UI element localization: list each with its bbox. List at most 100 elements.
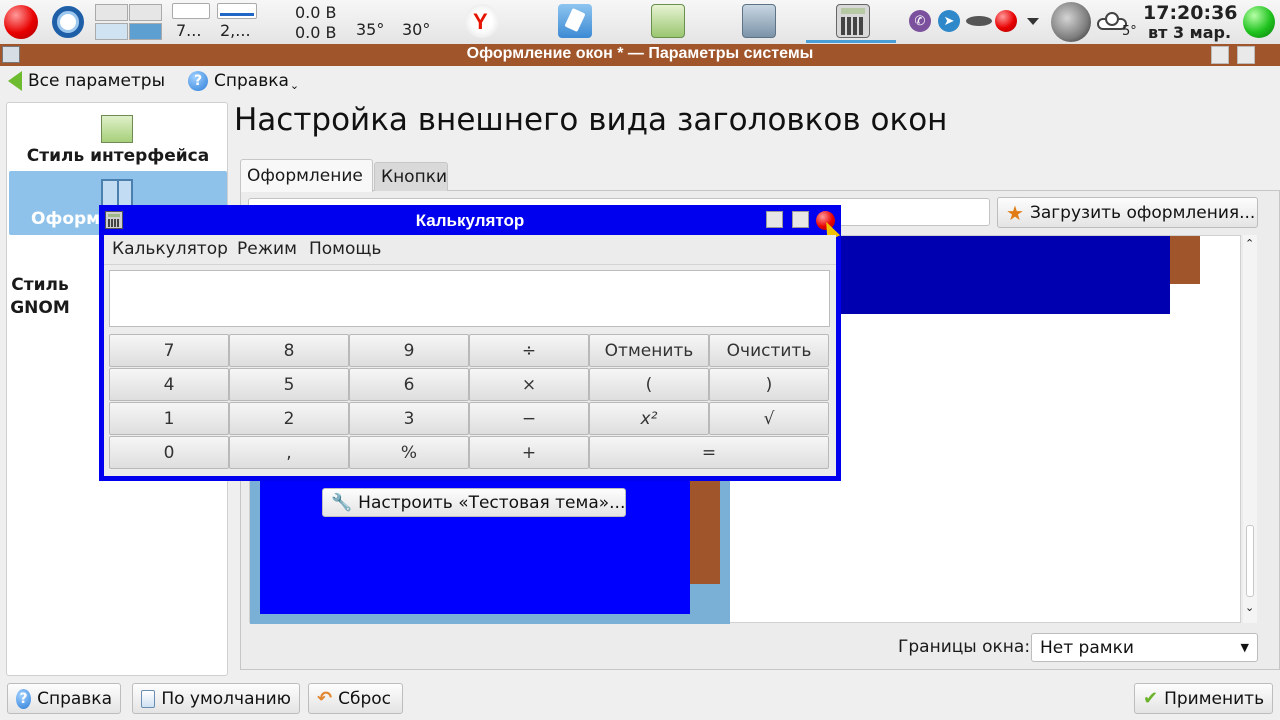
help-menu-button[interactable]: ? Справка ⌄ [188, 66, 299, 96]
status-red-icon[interactable] [995, 10, 1017, 32]
reset-button-label: Сброс [338, 688, 391, 709]
calculator-titlebar[interactable]: Калькулятор [99, 205, 841, 242]
window-decoration-icon [101, 179, 133, 207]
temperature-1: 35° [356, 20, 385, 39]
workspace-pager[interactable] [95, 4, 162, 40]
network-meter-2 [217, 3, 257, 19]
load-themes-button[interactable]: ★ Загрузить оформления... [997, 197, 1258, 228]
scroll-up-icon[interactable]: ⌃ [1245, 237, 1254, 250]
key-clear[interactable]: Очистить [709, 334, 829, 367]
help-button[interactable]: ? Справка [7, 683, 121, 714]
network-meter-1 [172, 3, 210, 19]
key-open-paren[interactable]: ( [589, 368, 709, 401]
configure-theme-button[interactable]: 🔧 Настроить «Тестовая тема»... [322, 488, 626, 517]
key-8[interactable]: 8 [229, 334, 349, 367]
key-1[interactable]: 1 [109, 402, 229, 435]
all-settings-button[interactable]: Все параметры [8, 66, 165, 96]
chevron-down-icon: ⌄ [289, 78, 300, 92]
calc-menu-mode[interactable]: Режим [237, 239, 297, 259]
key-divide[interactable]: ÷ [469, 334, 589, 367]
key-0[interactable]: 0 [109, 436, 229, 469]
system-settings-icon[interactable] [742, 4, 776, 38]
temperature-2: 30° [402, 20, 431, 39]
telegram-icon[interactable]: ➤ [938, 10, 960, 32]
key-6[interactable]: 6 [349, 368, 469, 401]
preview-scrollbar[interactable]: ⌃ ⌄ [1243, 235, 1257, 623]
checkmark-icon: ✔ [1143, 688, 1159, 709]
preview-dark-blue-bar [838, 236, 1170, 314]
calculator-title: Калькулятор [415, 211, 525, 230]
tab-decorations[interactable]: Оформление [240, 159, 373, 192]
key-subtract[interactable]: − [469, 402, 589, 435]
help-button-label: Справка [37, 688, 112, 709]
apply-button-label: Применить [1164, 688, 1265, 709]
key-7[interactable]: 7 [109, 334, 229, 367]
calc-maximize-button[interactable] [792, 211, 809, 228]
help-icon: ? [188, 71, 208, 91]
key-close-paren[interactable]: ) [709, 368, 829, 401]
page-title: Настройка внешнего вида заголовков окон [234, 102, 948, 138]
key-5[interactable]: 5 [229, 368, 349, 401]
sidebar-item-interface-style[interactable]: Стиль интерфейса [9, 146, 227, 166]
viber-icon[interactable]: ✆ [909, 10, 931, 32]
voltage-1: 0.0 B [295, 3, 337, 22]
key-multiply[interactable]: × [469, 368, 589, 401]
chevron-down-icon: ▼ [1240, 641, 1249, 654]
key-equals[interactable]: = [589, 436, 829, 469]
network-label-1: 7... [176, 21, 202, 40]
clock-date[interactable]: вт 3 мар. [1148, 23, 1231, 42]
calculator-body: Калькулятор Режим Помощь 7 8 9 ÷ Отменит… [104, 235, 836, 476]
network-label-2: 2,... [220, 21, 251, 40]
help-icon: ? [16, 688, 32, 709]
key-undo[interactable]: Отменить [589, 334, 709, 367]
maximize-button[interactable] [1237, 46, 1255, 64]
ufo-icon[interactable] [966, 16, 992, 26]
key-2[interactable]: 2 [229, 402, 349, 435]
star-icon: ★ [1006, 200, 1024, 225]
top-panel: 7... 2,... 0.0 B 0.0 B 35° 30° Y ✆ ➤ 5° … [0, 0, 1280, 44]
key-percent[interactable]: % [349, 436, 469, 469]
calc-menu-calculator[interactable]: Калькулятор [112, 239, 228, 259]
calc-menu-separator [104, 264, 836, 265]
calculator-display[interactable] [109, 270, 830, 327]
reset-button[interactable]: ↶ Сброс [308, 683, 403, 714]
apply-button[interactable]: ✔ Применить [1134, 683, 1273, 714]
calculator-window[interactable]: Калькулятор Калькулятор Режим Помощь 7 8… [99, 205, 841, 481]
preview-brown-corner [1170, 236, 1200, 284]
voltage-2: 0.0 B [295, 23, 337, 42]
defaults-icon [141, 689, 156, 708]
text-editor-icon[interactable] [558, 4, 592, 38]
calc-minimize-button[interactable] [766, 211, 783, 228]
calc-menu-help[interactable]: Помощь [309, 239, 381, 259]
configure-theme-label: Настроить «Тестовая тема»... [358, 492, 626, 513]
tab-buttons[interactable]: Кнопки [374, 162, 448, 191]
scrollbar-thumb[interactable] [1246, 525, 1254, 597]
key-sqrt[interactable]: √ [709, 402, 829, 435]
calculator-task-icon[interactable] [836, 4, 870, 38]
scroll-down-icon[interactable]: ⌄ [1245, 601, 1254, 614]
defaults-button[interactable]: По умолчанию [132, 683, 300, 714]
key-9[interactable]: 9 [349, 334, 469, 367]
border-size-select[interactable]: Нет рамки ▼ [1031, 633, 1258, 662]
exit-green-icon[interactable] [1243, 6, 1275, 38]
key-square[interactable]: x² [589, 402, 709, 435]
key-add[interactable]: + [469, 436, 589, 469]
border-size-value: Нет рамки [1040, 637, 1134, 658]
key-4[interactable]: 4 [109, 368, 229, 401]
clock-time[interactable]: 17:20:36 [1143, 2, 1238, 24]
window-titlebar[interactable]: Оформление окон * — Параметры системы [0, 44, 1280, 66]
active-task-indicator [806, 40, 896, 43]
image-editor-icon[interactable] [651, 4, 685, 38]
key-3[interactable]: 3 [349, 402, 469, 435]
browser-ring-icon[interactable] [52, 6, 84, 38]
menu-red-ball-icon[interactable] [4, 5, 38, 39]
yandex-browser-icon[interactable]: Y [465, 4, 499, 38]
wrench-icon: 🔧 [331, 492, 353, 513]
moon-phase-icon [1051, 2, 1091, 42]
sidebar-item-decorations-label: Оформ [31, 209, 101, 229]
tray-dropdown-icon[interactable] [1027, 18, 1039, 25]
all-settings-label: Все параметры [28, 71, 166, 91]
key-comma[interactable]: , [229, 436, 349, 469]
load-themes-label: Загрузить оформления... [1029, 202, 1256, 223]
minimize-button[interactable] [1211, 46, 1229, 64]
